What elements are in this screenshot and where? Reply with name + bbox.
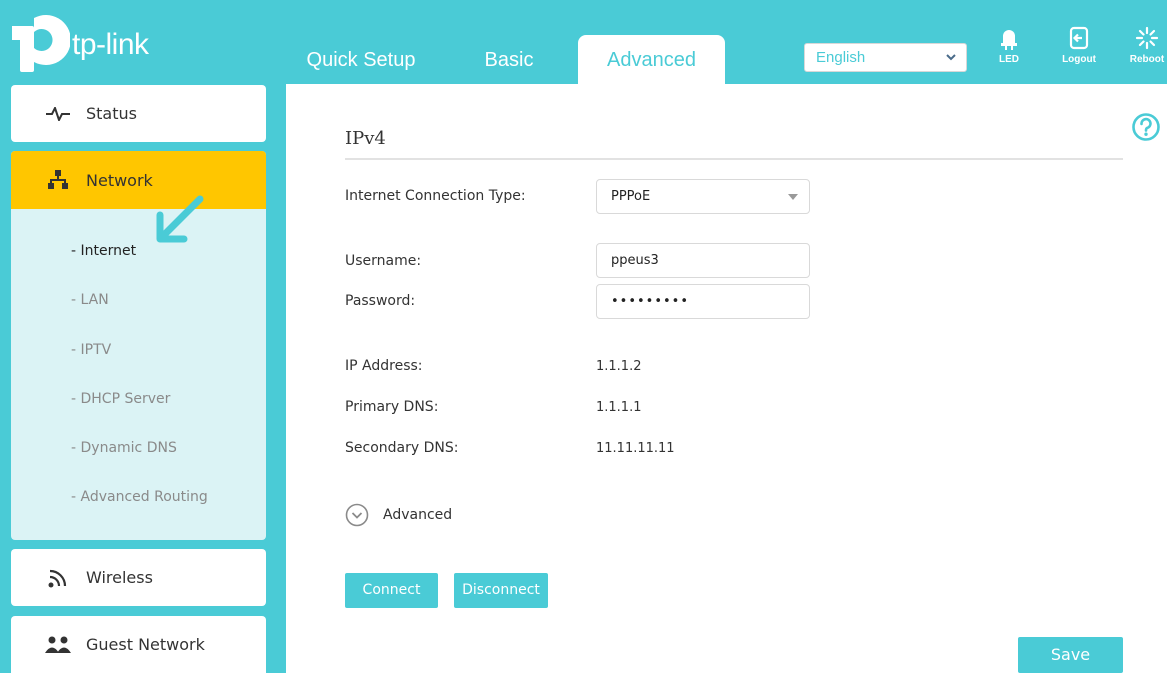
sidebar-subitem-iptv[interactable]: - IPTV: [71, 342, 111, 358]
led-icon: [1001, 30, 1017, 50]
tp-link-logo-mark: [10, 14, 71, 72]
brand-name: tp-link: [72, 28, 149, 61]
sidebar-subitem-dhcp-server[interactable]: - DHCP Server: [71, 391, 170, 407]
guest-network-icon: [44, 636, 72, 654]
sidebar-subitem-advanced-routing[interactable]: - Advanced Routing: [71, 489, 208, 505]
section-divider: [345, 158, 1123, 160]
primary-dns-value: 1.1.1.1: [596, 400, 642, 415]
connect-button[interactable]: Connect: [345, 573, 438, 608]
disconnect-button[interactable]: Disconnect: [454, 573, 548, 608]
secondary-dns-label: Secondary DNS:: [345, 440, 459, 456]
led-label: LED: [999, 54, 1019, 65]
reboot-label: Reboot: [1129, 54, 1165, 65]
wireless-icon: [44, 568, 72, 588]
tp-link-logo: tp-link: [10, 14, 149, 72]
advanced-toggle-label: Advanced: [383, 507, 453, 523]
logout-icon: [1069, 26, 1089, 50]
logout-label: Logout: [1062, 54, 1096, 65]
connection-type-label: Internet Connection Type:: [345, 188, 526, 204]
chevron-down-circle-icon: [345, 503, 369, 527]
sidebar-subitem-lan[interactable]: - LAN: [71, 292, 109, 308]
sidebar-item-label: Network: [86, 170, 153, 190]
main-nav-tabs: Quick Setup Basic Advanced: [280, 35, 725, 84]
reboot-button[interactable]: Reboot: [1120, 26, 1167, 65]
password-label: Password:: [345, 293, 416, 309]
sidebar-item-label: Guest Network: [86, 635, 205, 654]
main-panel: IPv4 Internet Connection Type: PPPoE Use…: [286, 84, 1167, 673]
sidebar-item-status[interactable]: Status: [11, 85, 266, 142]
ip-address-label: IP Address:: [345, 358, 423, 374]
sidebar-section-network: Network - Internet - LAN - IPTV - DHCP S…: [11, 151, 266, 540]
primary-dns-label: Primary DNS:: [345, 399, 439, 415]
chevron-down-icon: [945, 44, 957, 81]
reboot-icon: [1135, 26, 1159, 50]
save-button[interactable]: Save: [1018, 637, 1123, 673]
help-icon[interactable]: [1131, 112, 1161, 142]
sidebar-item-network[interactable]: Network: [11, 151, 266, 209]
language-select-value: English: [816, 49, 866, 66]
connection-type-value: PPPoE: [611, 189, 651, 204]
section-title: IPv4: [345, 128, 386, 149]
tab-basic[interactable]: Basic: [440, 35, 578, 84]
username-input[interactable]: ppeus3: [596, 243, 810, 278]
connection-type-select[interactable]: PPPoE: [596, 179, 810, 214]
sidebar-item-label: Wireless: [86, 568, 153, 587]
sidebar-item-guest-network[interactable]: Guest Network: [11, 616, 266, 673]
arrow-pointer-icon: [156, 195, 204, 243]
sidebar-item-label: Status: [86, 104, 137, 123]
password-input[interactable]: •••••••••: [596, 284, 810, 319]
tab-quick-setup[interactable]: Quick Setup: [282, 35, 440, 84]
caret-down-icon: [787, 180, 799, 226]
logout-button[interactable]: Logout: [1052, 26, 1106, 65]
language-select[interactable]: English: [804, 43, 967, 72]
tab-advanced[interactable]: Advanced: [578, 35, 725, 84]
sidebar-subitem-dynamic-dns[interactable]: - Dynamic DNS: [71, 440, 177, 456]
secondary-dns-value: 11.11.11.11: [596, 441, 675, 456]
sidebar-subitem-internet[interactable]: - Internet: [71, 243, 136, 259]
ip-address-value: 1.1.1.2: [596, 359, 642, 374]
led-button[interactable]: LED: [982, 26, 1036, 65]
username-label: Username:: [345, 253, 422, 269]
sidebar-item-wireless[interactable]: Wireless: [11, 549, 266, 606]
network-icon: [44, 170, 72, 190]
advanced-toggle[interactable]: Advanced: [345, 503, 452, 527]
status-icon: [44, 106, 72, 121]
